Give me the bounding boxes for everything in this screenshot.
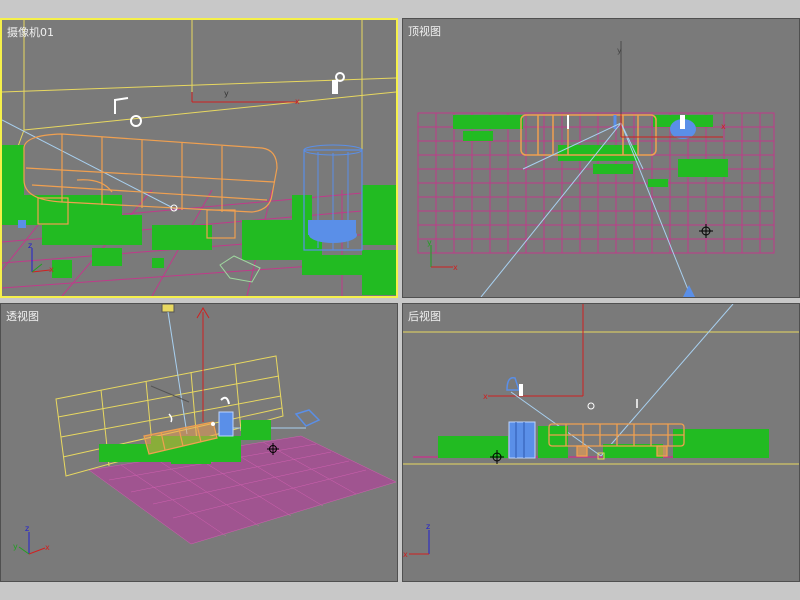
axis-tripod: z x y (13, 524, 50, 555)
light-icon[interactable] (220, 396, 230, 405)
svg-text:z: z (426, 522, 430, 531)
svg-text:x: x (295, 97, 300, 106)
axis-tripod: z x (403, 522, 430, 559)
crosshair-icon[interactable] (699, 224, 713, 238)
spot-light-icon[interactable] (294, 409, 321, 427)
viewport-perspective[interactable]: 透视图 z x y (0, 303, 398, 582)
trash-bin[interactable] (218, 411, 234, 437)
top-viewport-scene: y x y x (417, 41, 775, 297)
viewport-label-back[interactable]: 后视图 (408, 308, 441, 324)
back-viewport-scene: x z x (403, 304, 799, 559)
axis-tripod: z x (28, 241, 54, 274)
svg-text:z: z (25, 524, 29, 533)
light-bracket-icon[interactable] (168, 413, 173, 423)
light-icon[interactable] (332, 72, 345, 94)
light-target-icon[interactable] (130, 115, 142, 127)
viewport-label-perspective[interactable]: 透视图 (6, 308, 39, 324)
axis-tripod: y x (427, 238, 458, 272)
svg-text:x: x (49, 265, 54, 274)
svg-text:x: x (45, 543, 50, 552)
light-bracket-icon[interactable] (114, 97, 129, 114)
svg-text:x: x (403, 550, 408, 559)
camera-viewport-scene: x y z x (2, 20, 396, 296)
camera-icon[interactable] (683, 285, 695, 297)
svg-text:y: y (13, 542, 18, 551)
target-axis: x (483, 304, 584, 401)
svg-text:y: y (617, 46, 622, 55)
svg-text:x: x (483, 392, 488, 401)
camera-icon[interactable] (161, 304, 175, 313)
blue-object[interactable] (18, 220, 26, 228)
viewport-camera01[interactable]: 摄像机01 x y z x (0, 18, 398, 298)
viewport-top[interactable]: 顶视图 y x y x (402, 18, 800, 298)
light-icon[interactable] (506, 377, 523, 396)
camera-frustum (2, 20, 396, 191)
svg-text:x: x (721, 122, 726, 131)
light-target-icon[interactable] (587, 402, 595, 410)
svg-text:y: y (427, 238, 432, 247)
svg-text:y: y (224, 89, 229, 98)
viewport-label-top[interactable]: 顶视图 (408, 23, 441, 39)
viewport-back[interactable]: 后视图 x z x (402, 303, 800, 582)
perspective-viewport-scene: z x y (13, 304, 397, 555)
camera-target-marker[interactable] (211, 422, 215, 426)
svg-text:z: z (28, 241, 32, 250)
svg-text:x: x (453, 263, 458, 272)
viewport-label-camera01[interactable]: 摄像机01 (7, 24, 54, 40)
trash-bin[interactable] (508, 421, 536, 459)
